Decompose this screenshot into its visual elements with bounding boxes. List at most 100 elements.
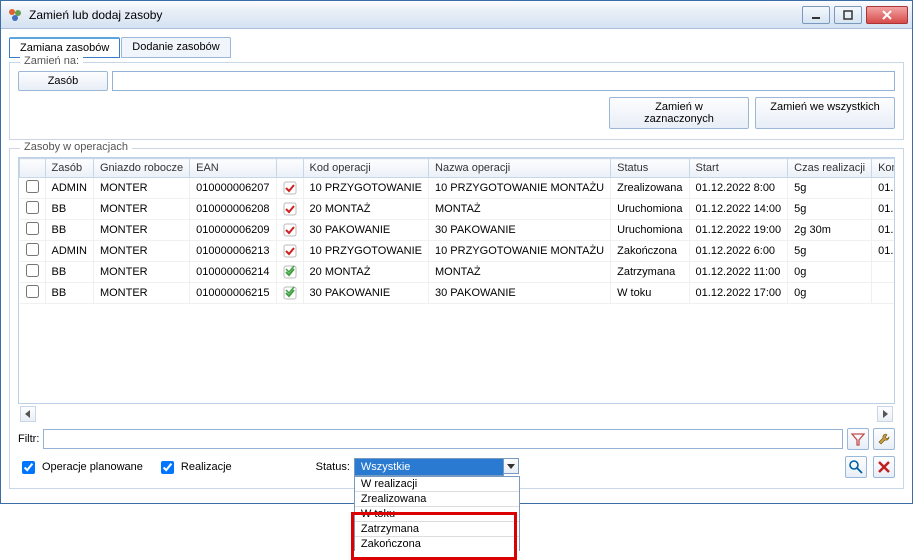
operacje-planowane-checkbox[interactable]: Operacje planowane [18,458,143,477]
filter-input[interactable] [43,429,843,449]
zamien-wszystkich-button[interactable]: Zamień we wszystkich [755,97,895,129]
cell-nazwa: MONTAŻ [429,199,611,220]
cell-kod: 20 MONTAŻ [303,262,428,283]
col-start[interactable]: Start [689,159,788,178]
status-selected[interactable]: Wszystkie [354,458,504,476]
cell-kod: 30 PAKOWANIE [303,283,428,304]
row-checkbox[interactable] [26,264,39,277]
status-flag-icon [283,202,297,216]
scroll-left-icon[interactable] [20,406,36,422]
zamien-zaznaczonych-button[interactable]: Zamień w zaznaczonych [609,97,749,129]
table-row[interactable]: BBMONTER01000000621530 PAKOWANIE30 PAKOW… [20,283,896,304]
cell-start: 01.12.2022 14:00 [689,199,788,220]
cell-ean: 010000006215 [190,283,276,304]
operacje-fieldset: Zasoby w operacjach Zasób Gniazdo robocz… [9,148,904,489]
bottom-right-icons [845,456,895,478]
table-row[interactable]: BBMONTER01000000620820 MONTAŻMONTAŻUruch… [20,199,896,220]
cell-gniazdo: MONTER [93,241,189,262]
status-option[interactable]: Zakończona [355,537,519,551]
cell-ean: 010000006208 [190,199,276,220]
row-checkbox[interactable] [26,180,39,193]
table-row[interactable]: BBMONTER01000000621420 MONTAŻMONTAŻZatrz… [20,262,896,283]
filter-settings-button[interactable] [873,428,895,450]
bottom-row: Operacje planowane Realizacje Status: Ws… [18,456,895,478]
status-option[interactable]: Zrealizowana [355,492,519,507]
cell-zasob: BB [45,220,93,241]
table-row[interactable]: ADMINMONTER01000000620710 PRZYGOTOWANIE1… [20,178,896,199]
status-dropdown[interactable]: W realizacjiZrealizowanaW tokuZatrzymana… [354,476,520,551]
funnel-icon [851,432,865,446]
filter-label: Filtr: [18,433,39,445]
zamien-na-legend: Zamień na: [20,55,83,67]
operacje-planowane-input[interactable] [22,461,35,474]
col-checkbox[interactable] [20,159,46,178]
cell-start: 01.12.2022 6:00 [689,241,788,262]
col-ean[interactable]: EAN [190,159,276,178]
window-controls [802,6,908,24]
status-option[interactable]: W toku [355,507,519,522]
status-flag-icon [283,223,297,237]
status-option[interactable]: Zatrzymana [355,522,519,537]
col-gniazdo[interactable]: Gniazdo robocze [93,159,189,178]
cell-ean: 010000006209 [190,220,276,241]
status-flag-icon [283,265,297,279]
filter-funnel-button[interactable] [847,428,869,450]
close-button[interactable] [866,6,908,24]
col-zasob[interactable]: Zasób [45,159,93,178]
cell-czas: 5g [788,178,872,199]
cell-ean-flag [276,262,303,283]
grid-scrollbar[interactable] [18,404,895,424]
cell-status: Uruchomiona [611,199,689,220]
row-checkbox[interactable] [26,201,39,214]
row-checkbox[interactable] [26,285,39,298]
cell-kod: 10 PRZYGOTOWANIE [303,241,428,262]
zasob-input[interactable] [112,71,895,91]
col-nazwa[interactable]: Nazwa operacji [429,159,611,178]
cell-ean-flag [276,199,303,220]
cell-start: 01.12.2022 17:00 [689,283,788,304]
cell-czas: 0g [788,262,872,283]
cell-koniec [872,262,895,283]
table-row[interactable]: BBMONTER01000000620930 PAKOWANIE30 PAKOW… [20,220,896,241]
scroll-right-icon[interactable] [877,406,893,422]
operations-grid[interactable]: Zasób Gniazdo robocze EAN Kod operacji N… [18,157,895,404]
tab-dodanie[interactable]: Dodanie zasobów [121,37,230,58]
cell-status: Zrealizowana [611,178,689,199]
cell-nazwa: MONTAŻ [429,262,611,283]
cell-zasob: ADMIN [45,178,93,199]
col-ean-icon[interactable] [276,159,303,178]
cell-nazwa: 10 PRZYGOTOWANIE MONTAŻU [429,178,611,199]
maximize-button[interactable] [834,6,862,24]
cell-koniec: 01.12.2022 11:00 [872,241,895,262]
col-koniec[interactable]: Koniec [872,159,895,178]
status-option[interactable]: W realizacji [355,477,519,492]
realizacje-checkbox[interactable]: Realizacje [157,458,232,477]
cell-start: 01.12.2022 11:00 [689,262,788,283]
cell-zasob: BB [45,199,93,220]
col-status[interactable]: Status [611,159,689,178]
col-czas[interactable]: Czas realizacji [788,159,872,178]
chevron-down-icon[interactable] [503,458,519,474]
col-kod[interactable]: Kod operacji [303,159,428,178]
cell-ean-flag [276,283,303,304]
row-checkbox[interactable] [26,222,39,235]
zasob-button[interactable]: Zasób [18,71,108,91]
wrench-icon [877,432,891,446]
cell-koniec: 01.12.2022 13:00 [872,178,895,199]
cell-koniec [872,283,895,304]
search-button[interactable] [845,456,867,478]
cell-koniec: 01.12.2022 21:30 [872,220,895,241]
realizacje-input[interactable] [161,461,174,474]
row-checkbox[interactable] [26,243,39,256]
delete-button[interactable] [873,456,895,478]
cell-ean-flag [276,178,303,199]
cell-zasob: ADMIN [45,241,93,262]
cell-kod: 30 PAKOWANIE [303,220,428,241]
cell-zasob: BB [45,262,93,283]
cell-status: Zatrzymana [611,262,689,283]
cell-czas: 2g 30m [788,220,872,241]
table-row[interactable]: ADMINMONTER01000000621310 PRZYGOTOWANIE1… [20,241,896,262]
minimize-button[interactable] [802,6,830,24]
status-combo[interactable]: Wszystkie W realizacjiZrealizowanaW toku… [354,458,519,476]
operacje-planowane-label: Operacje planowane [42,461,143,473]
